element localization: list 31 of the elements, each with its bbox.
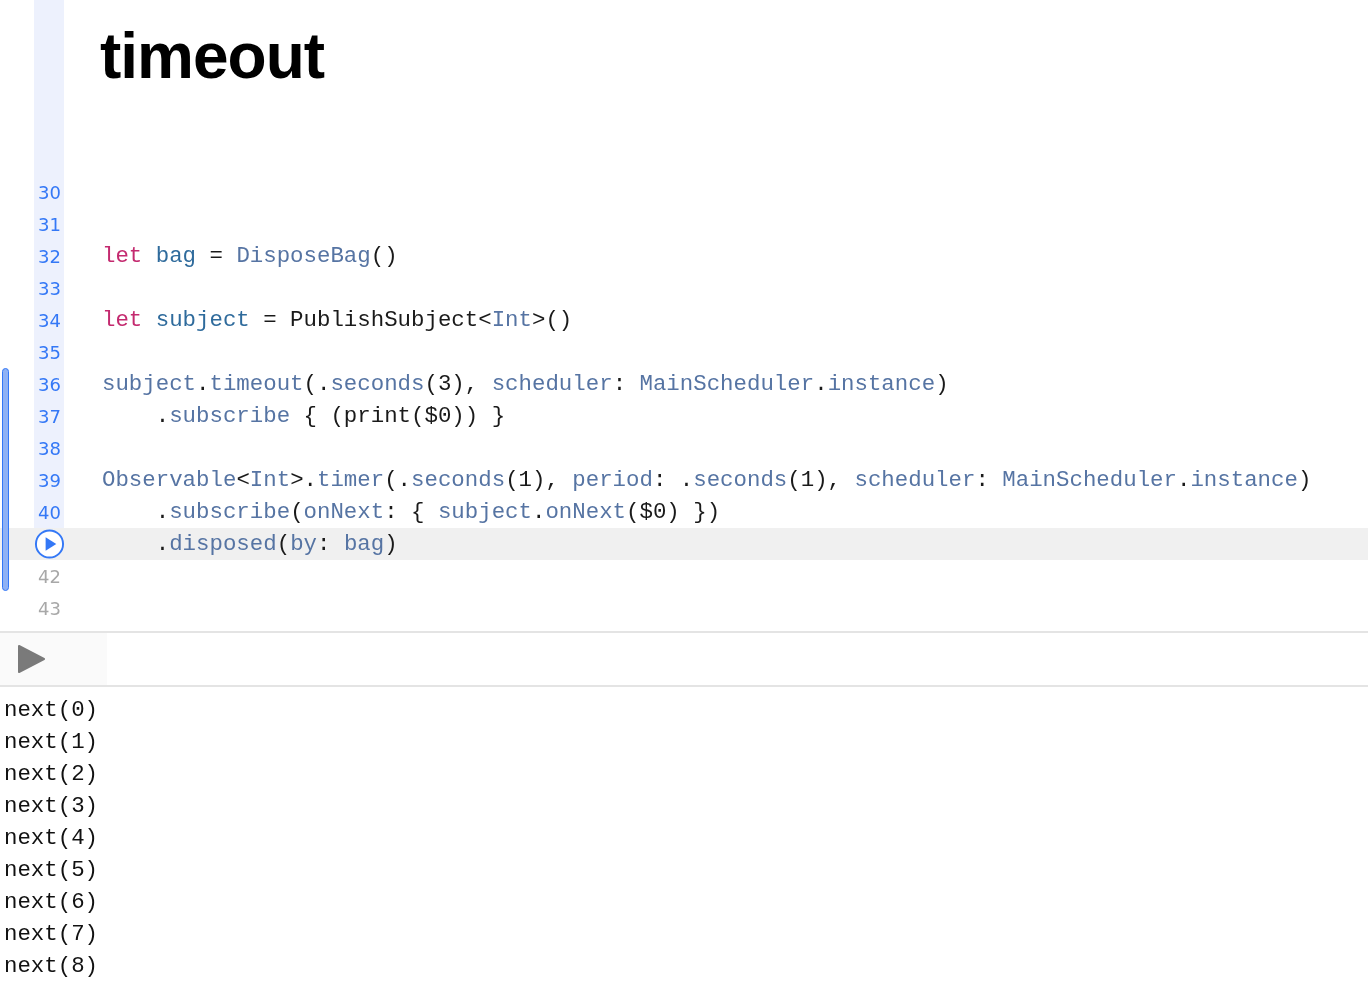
line-number: 43 [38, 597, 62, 619]
code-line: .subscribe { (print($0)) } [154, 402, 506, 431]
code-line: .subscribe(onNext: { subject.onNext($0) }) [154, 498, 721, 527]
play-icon[interactable] [17, 645, 45, 673]
code-line: Observable<Int>.timer(.seconds(1), period: .seconds(1), scheduler: MainScheduler.instance) [102, 466, 1312, 495]
line-number: 40 [38, 501, 62, 523]
line-number: 42 [38, 565, 62, 587]
line-number: 33 [38, 277, 62, 299]
code-line: let bag = DisposeBag() [102, 242, 398, 271]
line-number: 32 [38, 245, 62, 267]
line-number: 36 [38, 373, 62, 395]
line-number: 31 [38, 213, 62, 235]
line-number: 35 [38, 341, 62, 363]
line-number: 38 [38, 437, 62, 459]
code-line: .disposed(by: bag) [154, 530, 398, 559]
console-output-line: next(0) [3, 696, 99, 725]
console-output-line: next(3) [3, 792, 99, 821]
code-line: let subject = PublishSubject<Int>() [102, 306, 573, 335]
console-output-line: next(4) [3, 824, 99, 853]
line-number: 39 [38, 469, 62, 491]
console-output-line: next(1) [3, 728, 99, 757]
line-number: 34 [38, 309, 62, 331]
document-title: timeout [100, 19, 325, 94]
console-output-line: next(6) [3, 888, 99, 917]
console-output-line: next(5) [3, 856, 99, 885]
console-output-line: next(7) [3, 920, 99, 949]
console-output-line: next(8) [3, 952, 99, 981]
code-line: subject.timeout(.seconds(3), scheduler: MainScheduler.instance) [102, 370, 949, 399]
line-number: 30 [38, 181, 62, 203]
line-number: 37 [38, 405, 62, 427]
console-output-line: next(2) [3, 760, 99, 789]
